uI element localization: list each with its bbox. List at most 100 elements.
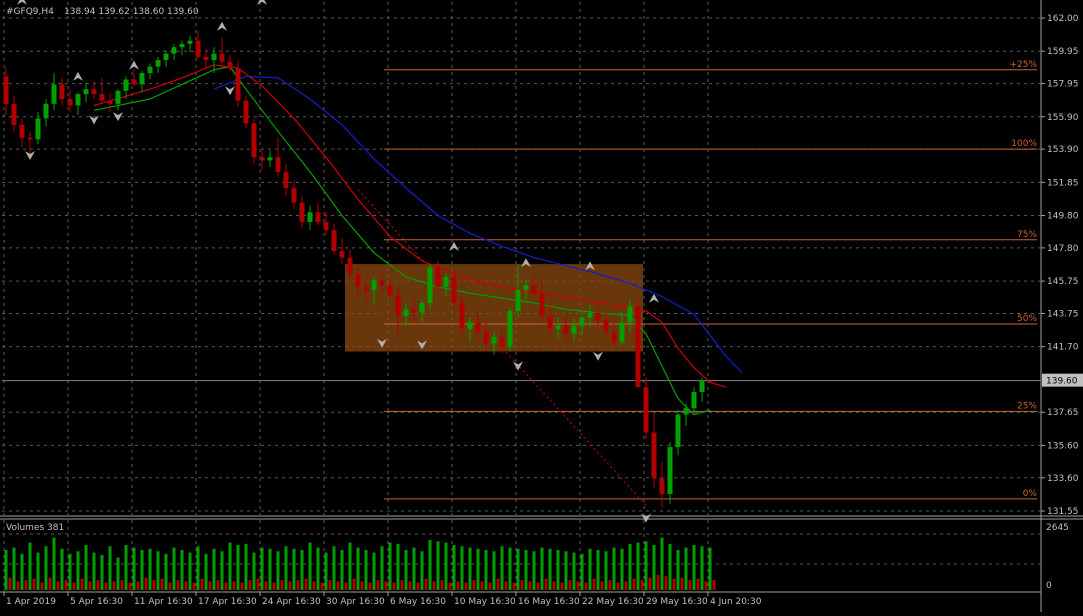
fibo-level-label: +25% [1009,60,1037,70]
candle-body [595,312,601,321]
candle-body [579,317,585,326]
y-tick-label: 133.60 [1047,474,1079,484]
x-tick-label: 11 Apr 16:30 [134,597,193,607]
candle-body [219,53,225,62]
candle-body [283,171,289,188]
candle-body [323,222,329,231]
volume-title: Volumes 381 [6,523,64,533]
candle-body [611,332,617,342]
candle-body [635,306,641,388]
y-tick-label: 141.70 [1047,343,1079,353]
candle-body [163,53,169,61]
candle-body [195,40,201,57]
candle-body [475,322,481,333]
chart-window: +25% 100% 75% 50% 25% 0% 162.00 159.95 157.95 15… [0,0,1083,612]
candle-body [339,251,345,258]
candle-body [395,294,401,316]
candle-body [347,257,353,274]
candle-body [651,432,657,478]
fibo-level-label: 0% [1023,489,1038,499]
candle-body [83,89,89,95]
symbol-header: #GFQ9,H4 [6,7,54,17]
fibo-level-label: 75% [1017,230,1037,240]
x-tick-label: 22 May 16:30 [582,597,644,607]
fibo-level-label: 100% [1011,139,1037,149]
candle-body [403,309,409,316]
candle-body [355,273,361,287]
candle-body [251,123,257,158]
x-tick-label: 30 Apr 16:30 [326,597,385,607]
candle-body [299,202,305,222]
y-tick-label: 135.60 [1047,441,1079,451]
candle-body [571,325,577,334]
candle-body [387,285,393,295]
candle-body [35,118,41,140]
y-tick-label: 147.80 [1047,244,1079,254]
x-tick-label: 10 May 16:30 [454,597,516,607]
y-tick-label: 159.95 [1047,47,1079,57]
candle-body [91,89,97,95]
candlestick-chart[interactable]: +25% 100% 75% 50% 25% 0% 162.00 159.95 157.95 15… [0,0,1083,612]
y-tick-label: 137.65 [1047,408,1079,418]
y-tick-label: 131.55 [1047,507,1079,517]
candle-body [59,84,65,99]
candle-body [443,277,449,287]
candle-body [67,98,73,106]
y-tick-label: 145.75 [1047,277,1079,287]
candle-body [555,325,561,329]
candle-body [603,320,609,333]
candle-body [27,137,33,140]
candle-body [491,336,497,344]
y-tick-label: 155.90 [1047,113,1079,123]
candle-body [3,76,9,104]
candle-body [123,79,129,91]
x-tick-label: 29 May 16:30 [646,597,708,607]
candle-body [515,290,521,312]
candle-body [235,68,241,101]
candle-body [227,61,233,69]
candle-body [331,230,337,252]
y-tick-label: 143.75 [1047,309,1079,319]
candle-body [107,100,113,104]
candle-body [675,414,681,448]
candle-body [179,43,185,48]
candle-body [619,322,625,342]
candle-body [427,267,433,303]
candle-body [451,277,457,303]
candle-body [467,322,473,329]
y-tick-label: 153.90 [1047,145,1079,155]
candle-body [411,309,417,313]
candle-body [19,124,25,138]
candle-body [379,280,385,286]
candle-body [43,103,49,119]
candle-body [131,79,137,85]
candle-body [11,103,17,125]
x-tick-label: 17 Apr 16:30 [198,597,257,607]
candle-body [291,188,297,203]
candle-body [211,53,217,61]
candle-body [171,47,177,54]
y-tick-label: 157.95 [1047,80,1079,90]
candle-body [243,100,249,124]
candle [507,307,513,352]
x-tick-label: 4 Jun 20:30 [710,597,762,607]
x-tick-label: 6 May 16:30 [390,597,446,607]
ohlc-header: 138.94 139.62 138.60 139.60 [64,7,199,17]
volume-min-label: 0 [1046,581,1052,591]
candle-body [75,94,81,106]
candle-body [587,312,593,318]
candle-body [115,90,121,104]
x-tick-label: 24 Apr 16:30 [262,597,321,607]
y-tick-label: 162.00 [1047,14,1079,24]
candle-body [499,336,505,347]
candle-body [627,306,633,323]
volume-max-label: 2645 [1046,523,1069,533]
current-price-label: 139.60 [1046,377,1078,387]
x-tick-label: 16 May 16:30 [518,597,580,607]
candle-body [563,325,569,334]
y-tick-label: 149.80 [1047,212,1079,222]
candle-body [683,408,689,415]
x-tick-label: 5 Apr 16:30 [70,597,123,607]
candle-body [147,66,153,74]
candle-body [371,280,377,290]
